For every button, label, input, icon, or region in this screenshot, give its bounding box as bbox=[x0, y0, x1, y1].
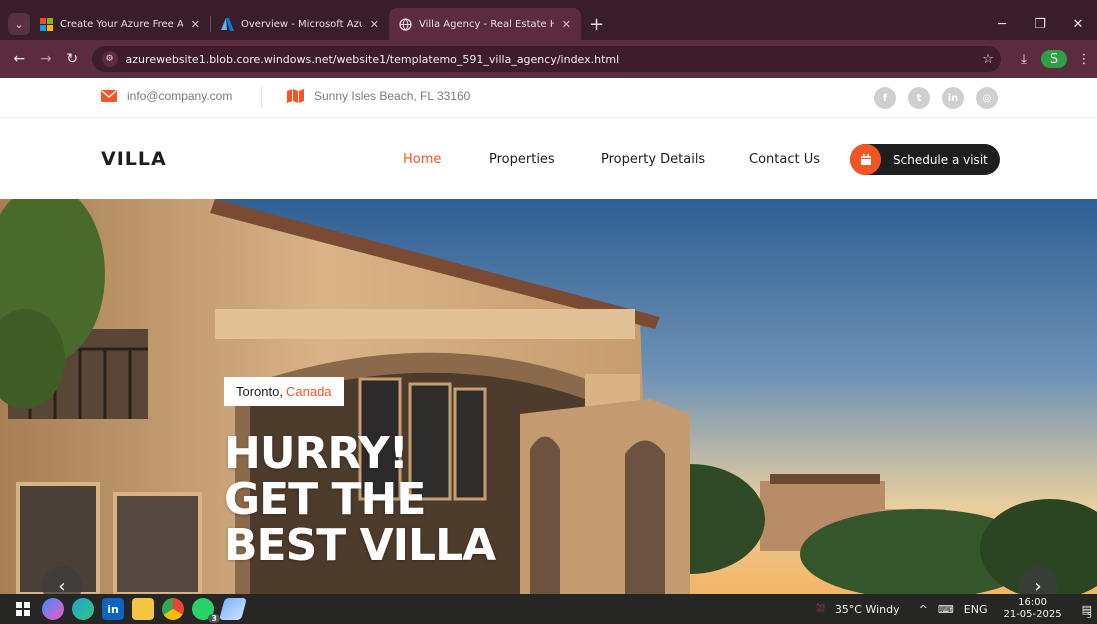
app-icon[interactable] bbox=[219, 598, 247, 620]
site-logo[interactable]: VILLA bbox=[101, 148, 167, 170]
calendar-icon bbox=[850, 144, 881, 175]
linkedin-icon[interactable]: in bbox=[942, 87, 964, 109]
tab-title: Villa Agency - Real Estate HTML bbox=[419, 18, 554, 30]
download-icon[interactable]: ⤓ bbox=[1011, 52, 1037, 67]
weather-text[interactable]: 35°C Windy bbox=[835, 603, 900, 616]
clock[interactable]: 16:00 21-05-2025 bbox=[998, 597, 1066, 621]
hero-title: HURRY! GET THE BEST VILLA bbox=[224, 428, 496, 572]
site-header: VILLA Home Properties Property Details C… bbox=[0, 118, 1097, 199]
close-tab-icon[interactable]: ✕ bbox=[562, 18, 571, 31]
notification-count: 5 bbox=[1086, 610, 1092, 620]
reload-icon[interactable]: ↻ bbox=[59, 51, 86, 67]
start-windows-icon[interactable] bbox=[12, 598, 34, 620]
globe-icon bbox=[399, 17, 412, 31]
system-tray: ⛆ 35°C Windy ^ ⌨ ENG 16:00 21-05-2025 ▤ 5 bbox=[811, 594, 1097, 624]
twitter-icon[interactable]: t bbox=[908, 87, 930, 109]
language-indicator[interactable]: ENG bbox=[964, 603, 988, 616]
hero-villa-image bbox=[0, 199, 1097, 594]
minimize-icon[interactable]: ─ bbox=[983, 17, 1021, 32]
chrome-icon[interactable] bbox=[162, 598, 184, 620]
url-text[interactable]: azurewebsite1.blob.core.windows.net/webs… bbox=[126, 53, 975, 66]
azure-logo-icon bbox=[221, 17, 234, 31]
file-explorer-icon[interactable] bbox=[132, 598, 154, 620]
nav-contact-us[interactable]: Contact Us bbox=[749, 152, 820, 167]
screen: ⌄ Create Your Azure Free Account ✕ Overv… bbox=[0, 0, 1097, 624]
microsoft-logo-icon bbox=[40, 17, 53, 31]
nav-property-details[interactable]: Property Details bbox=[601, 152, 705, 167]
contact-address: Sunny Isles Beach, FL 33160 bbox=[287, 89, 470, 103]
network-icon[interactable]: ⌨ bbox=[938, 603, 954, 616]
tab-villa-agency[interactable]: Villa Agency - Real Estate HTML ✕ bbox=[389, 8, 581, 40]
page-viewport: info@company.com Sunny Isles Beach, FL 3… bbox=[0, 78, 1097, 594]
location-city: Toronto, bbox=[236, 384, 283, 399]
whatsapp-icon[interactable]: 3 bbox=[192, 598, 220, 623]
clock-time: 16:00 bbox=[1018, 597, 1047, 608]
copilot-icon[interactable] bbox=[42, 598, 64, 620]
window-controls: ─ ❐ ✕ bbox=[983, 8, 1097, 40]
clock-date: 21-05-2025 bbox=[1003, 609, 1062, 620]
tab-azure-overview[interactable]: Overview - Microsoft Azure ✕ bbox=[211, 8, 389, 40]
close-window-icon[interactable]: ✕ bbox=[1059, 17, 1097, 32]
bookmark-star-icon[interactable]: ☆ bbox=[975, 52, 1001, 67]
toolbar-actions: ⤓ S ⋮ bbox=[1011, 50, 1097, 68]
email-text[interactable]: info@company.com bbox=[127, 89, 232, 103]
notification-icon[interactable]: ▤ 5 bbox=[1082, 603, 1092, 620]
edge-browser-icon[interactable] bbox=[72, 598, 94, 620]
map-icon bbox=[287, 89, 304, 103]
tab-bar: ⌄ Create Your Azure Free Account ✕ Overv… bbox=[0, 8, 1097, 40]
profile-avatar[interactable]: S bbox=[1041, 50, 1068, 68]
top-info-bar: info@company.com Sunny Isles Beach, FL 3… bbox=[0, 78, 1097, 118]
browser-toolbar: ← → ↻ ⚙ azurewebsite1.blob.core.windows.… bbox=[0, 40, 1097, 78]
new-tab-icon[interactable]: + bbox=[589, 14, 604, 35]
tab-search-chevron-icon[interactable]: ⌄ bbox=[8, 13, 30, 35]
hero-banner: Toronto, Canada HURRY! GET THE BEST VILL… bbox=[0, 199, 1097, 594]
hero-title-line: GET THE bbox=[224, 474, 426, 526]
envelope-icon bbox=[101, 90, 117, 102]
back-icon[interactable]: ← bbox=[6, 51, 33, 67]
contact-email[interactable]: info@company.com bbox=[101, 89, 232, 103]
schedule-visit-button[interactable]: Schedule a visit bbox=[850, 144, 1000, 175]
windows-taskbar: in 3 ⛆ 35°C Windy ^ ⌨ ENG 16:00 21-05-20… bbox=[0, 594, 1097, 624]
address-text: Sunny Isles Beach, FL 33160 bbox=[314, 89, 471, 103]
location-badge: Toronto, Canada bbox=[224, 377, 344, 406]
close-tab-icon[interactable]: ✕ bbox=[370, 18, 379, 31]
info-divider bbox=[261, 86, 262, 108]
facebook-icon[interactable]: f bbox=[874, 87, 896, 109]
hero-title-line: HURRY! bbox=[224, 428, 409, 479]
tray-chevron-icon[interactable]: ^ bbox=[919, 603, 928, 616]
linkedin-app-icon[interactable]: in bbox=[102, 598, 124, 620]
forward-icon[interactable]: → bbox=[33, 51, 60, 67]
instagram-icon[interactable]: ◎ bbox=[976, 87, 998, 109]
restore-icon[interactable]: ❐ bbox=[1021, 17, 1059, 32]
hero-title-line: BEST VILLA bbox=[224, 520, 496, 572]
nav-properties[interactable]: Properties bbox=[489, 152, 555, 167]
location-country: Canada bbox=[285, 384, 332, 399]
close-tab-icon[interactable]: ✕ bbox=[191, 18, 200, 31]
tab-title: Create Your Azure Free Account bbox=[60, 18, 183, 30]
tab-azure-free-account[interactable]: Create Your Azure Free Account ✕ bbox=[30, 8, 210, 40]
schedule-visit-label: Schedule a visit bbox=[893, 152, 988, 167]
menu-dots-icon[interactable]: ⋮ bbox=[1071, 52, 1097, 67]
address-bar[interactable]: ⚙ azurewebsite1.blob.core.windows.net/we… bbox=[91, 46, 1002, 72]
site-info-icon[interactable]: ⚙ bbox=[101, 51, 118, 67]
whatsapp-badge: 3 bbox=[208, 614, 220, 623]
tab-title: Overview - Microsoft Azure bbox=[241, 18, 362, 30]
weather-icon[interactable]: ⛆ bbox=[816, 602, 825, 616]
nav-home[interactable]: Home bbox=[403, 152, 441, 167]
